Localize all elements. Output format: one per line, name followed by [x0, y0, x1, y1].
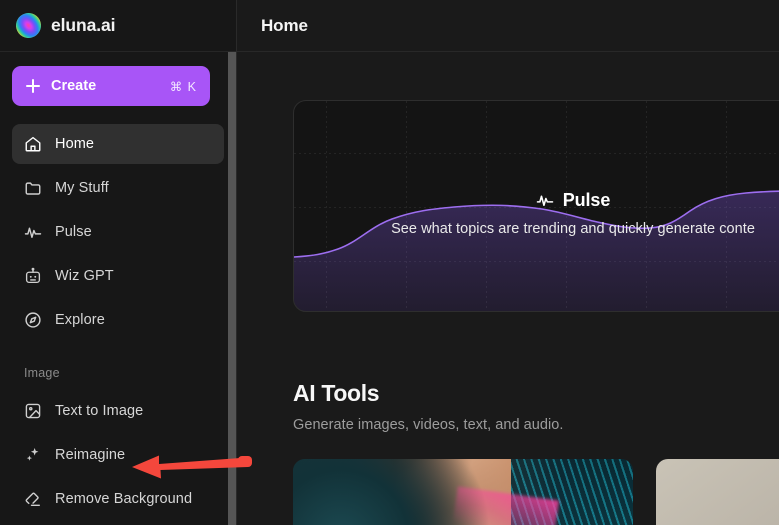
- ai-tools-section: AI Tools Generate images, videos, text, …: [293, 380, 779, 525]
- ai-tools-card-row: [293, 459, 779, 525]
- compass-icon: [24, 311, 42, 329]
- sidebar-group-label-image: Image: [24, 366, 60, 380]
- home-icon: [24, 135, 42, 153]
- pulse-card-description: See what topics are trending and quickly…: [391, 220, 755, 237]
- thumbnail-detail: [510, 459, 633, 525]
- sparkles-icon: [24, 446, 42, 464]
- sidebar-item-pulse[interactable]: Pulse: [12, 212, 224, 252]
- page-title: Home: [261, 15, 308, 35]
- sidebar-item-reimagine[interactable]: Reimagine: [12, 435, 224, 475]
- sidebar-scrollbar[interactable]: [228, 52, 236, 525]
- folder-icon: [24, 179, 42, 197]
- sidebar-item-label: My Stuff: [55, 180, 109, 196]
- ai-tools-subtitle: Generate images, videos, text, and audio…: [293, 417, 564, 433]
- tool-card-thumbnail: [656, 459, 779, 525]
- pulse-card-title: Pulse: [562, 189, 611, 210]
- activity-pulse-icon: [24, 223, 42, 241]
- create-button[interactable]: Create ⌘ K: [12, 66, 210, 106]
- sidebar-item-wiz-gpt[interactable]: Wiz GPT: [12, 256, 224, 296]
- create-shortcut-badge: ⌘ K: [169, 79, 197, 94]
- main-content: Home Pulse See what topics are trending …: [237, 0, 779, 525]
- ai-tools-title: AI Tools: [293, 380, 380, 406]
- sidebar-item-remove-background[interactable]: Remove Background: [12, 479, 224, 519]
- sidebar-scroll-area: Create ⌘ K Home My Stuff Pulse Wiz GPT E…: [0, 52, 236, 525]
- content-scroll-area: Pulse See what topics are trending and q…: [237, 52, 779, 525]
- ai-tool-card-reimagine[interactable]: [656, 459, 779, 525]
- sidebar-item-text-to-image[interactable]: Text to Image: [12, 391, 224, 431]
- sidebar-item-label: Reimagine: [55, 447, 126, 463]
- sidebar-item-label: Explore: [55, 312, 105, 328]
- tool-card-thumbnail: [293, 459, 633, 525]
- activity-pulse-icon: [536, 191, 554, 209]
- brand-name: eluna.ai: [51, 15, 116, 35]
- sidebar-item-label: Home: [55, 136, 95, 152]
- brand-header[interactable]: eluna.ai: [0, 0, 236, 52]
- pulse-card-heading: Pulse: [536, 189, 611, 211]
- eraser-icon: [24, 490, 42, 508]
- ai-tool-card-text-to-image[interactable]: [293, 459, 633, 525]
- sidebar-item-home[interactable]: Home: [12, 124, 224, 164]
- sidebar-item-label: Wiz GPT: [55, 268, 114, 284]
- eluna-gradient-ellipse-logo-icon: [10, 7, 47, 44]
- robot-icon: [24, 267, 42, 285]
- sidebar-item-label: Remove Background: [55, 491, 193, 507]
- sidebar-item-explore[interactable]: Explore: [12, 300, 224, 340]
- create-button-label: Create: [51, 78, 97, 94]
- top-bar: Home: [237, 0, 779, 52]
- app-root: eluna.ai Create ⌘ K Home My Stuff Pulse …: [0, 0, 779, 525]
- sidebar-item-label: Text to Image: [55, 403, 144, 419]
- sidebar-item-label: Pulse: [55, 224, 92, 240]
- pulse-promo-card[interactable]: Pulse See what topics are trending and q…: [293, 100, 779, 312]
- pulse-card-overlay: Pulse See what topics are trending and q…: [294, 101, 779, 311]
- plus-icon: [25, 78, 41, 94]
- sidebar-item-my-stuff[interactable]: My Stuff: [12, 168, 224, 208]
- sidebar: eluna.ai Create ⌘ K Home My Stuff Pulse …: [0, 0, 237, 525]
- image-icon: [24, 402, 42, 420]
